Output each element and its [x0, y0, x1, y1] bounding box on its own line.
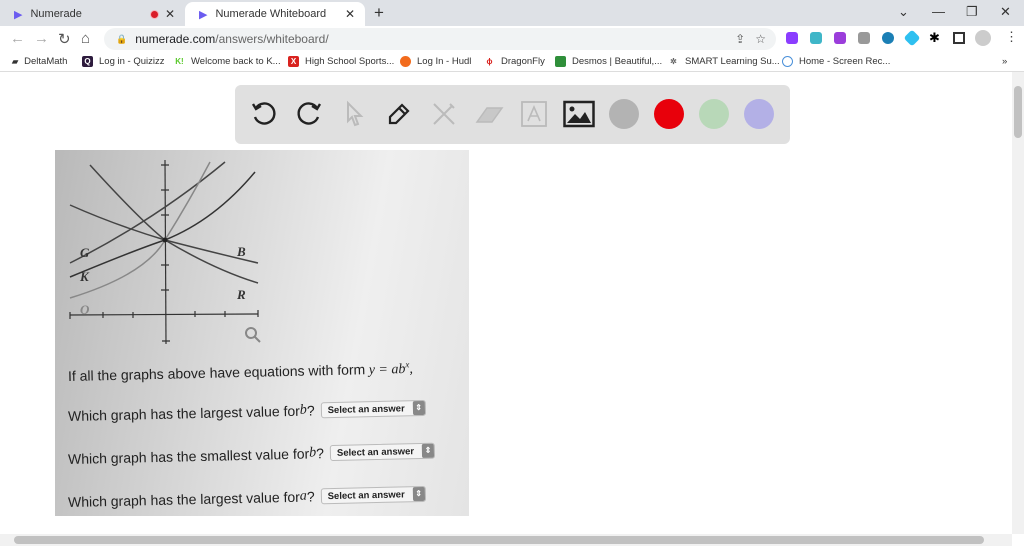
whiteboard-toolbar [235, 85, 790, 144]
tab-title: Numerade Whiteboard [215, 8, 327, 20]
magnifier-icon [245, 327, 261, 343]
menu-icon[interactable]: ⋮ [1005, 29, 1018, 45]
extension-icon[interactable] [810, 32, 822, 44]
curve-o [69, 161, 211, 299]
numerade-icon: ▶ [14, 8, 23, 21]
bookmark-item[interactable]: Desmos | Beautiful,... [555, 56, 662, 67]
curve-k [69, 171, 256, 278]
eraser-tool[interactable] [473, 98, 505, 130]
minimize-button[interactable]: — [932, 4, 945, 19]
tab-title: Numerade [30, 8, 82, 20]
text-tool[interactable] [518, 98, 550, 130]
image-icon [563, 100, 595, 128]
bookmark-item[interactable]: ϕ DragonFly [484, 56, 545, 67]
select-arrows-icon: ⇕ [412, 400, 425, 416]
eraser-icon [475, 107, 504, 123]
label-k: K [79, 269, 90, 284]
bookmark-item[interactable]: Log In - Hudl [400, 56, 471, 67]
redo-button[interactable] [293, 98, 325, 130]
more-bookmarks-icon[interactable]: » [1002, 56, 1007, 67]
tab-strip: ▶ Numerade ✕ ▶ Numerade Whiteboard ✕ + ⌄… [0, 0, 1024, 26]
extension-icon[interactable] [786, 32, 798, 44]
y-axis [164, 159, 167, 345]
forward-icon[interactable]: → [34, 30, 49, 47]
tab-numerade-whiteboard[interactable]: ▶ Numerade Whiteboard ✕ [185, 2, 365, 26]
redo-icon [297, 102, 322, 125]
bookmark-item[interactable]: Home - Screen Rec... [782, 56, 890, 67]
browser-toolbar: ← → ↻ ⌂ 🔒 numerade.com/answers/whiteboar… [0, 26, 1024, 52]
answer-select-2[interactable]: Select an answer ⇕ [329, 442, 436, 462]
restore-button[interactable]: ❐ [966, 4, 978, 20]
back-icon[interactable]: ← [10, 30, 25, 47]
question-intro: If all the graphs above have equations w… [67, 359, 414, 385]
question-2: Which graph has the smallest value for b… [68, 442, 436, 467]
bookmarks-bar: ▰ DeltaMath Q Log in - Quizizz K! Welcome b… [0, 52, 1024, 72]
bookmark-item[interactable]: ▰ DeltaMath [12, 56, 67, 67]
new-tab-button[interactable]: + [374, 3, 384, 23]
lock-icon: 🔒 [116, 33, 128, 44]
text-box-icon [521, 101, 547, 127]
label-b: B [236, 244, 246, 259]
url-host: numerade.com [135, 32, 216, 46]
extension-icon[interactable] [882, 32, 894, 44]
label-o: O [80, 302, 90, 317]
reload-icon[interactable]: ↻ [58, 30, 71, 48]
cursor-icon [347, 100, 364, 127]
question-image: G K O B R If all the graphs above have e… [55, 150, 469, 516]
select-arrows-icon: ⇕ [412, 486, 425, 502]
recording-icon [150, 9, 159, 19]
color-swatch-green[interactable] [699, 99, 729, 129]
select-arrows-icon: ⇕ [421, 443, 435, 458]
image-tool[interactable] [563, 98, 595, 130]
tools-button[interactable] [428, 98, 460, 130]
curve-b [69, 204, 259, 264]
close-tab-icon[interactable]: ✕ [165, 7, 175, 21]
side-panel-icon[interactable] [953, 32, 965, 44]
bookmark-item[interactable]: Q Log in - Quizizz [82, 56, 164, 67]
color-swatch-gray[interactable] [609, 99, 639, 129]
tab-numerade[interactable]: ▶ Numerade ✕ [0, 2, 185, 26]
pen-tool[interactable] [383, 98, 415, 130]
horizontal-scrollbar[interactable] [0, 534, 1012, 546]
label-g: G [80, 245, 90, 260]
color-swatch-purple[interactable] [744, 99, 774, 129]
undo-button[interactable] [248, 98, 280, 130]
exponential-graphs: G K O B R [69, 159, 261, 345]
address-bar[interactable]: 🔒 numerade.com/answers/whiteboard/ ⇪ ☆ [104, 28, 776, 50]
extension-icon[interactable] [858, 32, 870, 44]
home-icon[interactable]: ⌂ [81, 30, 90, 47]
answer-select-3[interactable]: Select an answer ⇕ [320, 485, 426, 505]
answer-select-1[interactable]: Select an answer ⇕ [320, 399, 426, 419]
question-1: Which graph has the largest value for b?… [68, 399, 426, 424]
vertical-scrollbar[interactable] [1012, 72, 1024, 534]
url-path: /answers/whiteboard/ [215, 32, 329, 46]
bookmark-item[interactable]: X High School Sports... [288, 56, 394, 67]
close-tab-icon[interactable]: ✕ [345, 7, 355, 21]
bookmark-item[interactable]: K! Welcome back to K... [174, 56, 280, 67]
puzzle-icon[interactable]: ✱ [929, 30, 940, 46]
tab-search-icon[interactable]: ⌄ [898, 4, 909, 20]
undo-icon [251, 102, 276, 125]
profile-avatar[interactable] [975, 30, 991, 46]
select-tool[interactable] [338, 98, 370, 130]
extension-icon[interactable] [834, 32, 846, 44]
share-star-icons[interactable]: ⇪ ☆ [735, 32, 766, 46]
label-r: R [236, 287, 246, 302]
close-window-button[interactable]: ✕ [1000, 4, 1011, 20]
color-swatch-red[interactable] [654, 99, 684, 129]
numerade-icon: ▶ [199, 8, 208, 21]
pencil-icon [388, 103, 410, 125]
bookmark-item[interactable]: ✲ SMART Learning Su... [668, 56, 780, 67]
question-3: Which graph has the largest value for a?… [68, 485, 426, 510]
tools-icon [433, 103, 455, 125]
x-axis [69, 313, 259, 316]
